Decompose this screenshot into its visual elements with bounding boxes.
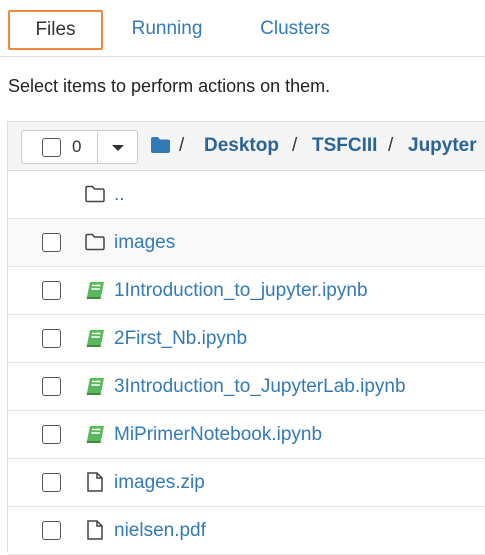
- list-item-name[interactable]: MiPrimerNotebook.ipynb: [114, 411, 322, 458]
- folder-outline-icon: [85, 185, 105, 203]
- list-item[interactable]: 3Introduction_to_JupyterLab.ipynb: [8, 363, 485, 411]
- row-checkbox[interactable]: [42, 329, 61, 348]
- list-item-name[interactable]: 3Introduction_to_JupyterLab.ipynb: [114, 363, 406, 410]
- file-icon: [87, 520, 103, 540]
- list-item-name[interactable]: 1Introduction_to_jupyter.ipynb: [114, 267, 368, 314]
- file-list: 0 / Desktop / TSFCIII / Jupyter .. image…: [7, 121, 485, 555]
- breadcrumb-separator: /: [292, 135, 298, 156]
- folder-icon[interactable]: [151, 137, 170, 153]
- tab-clusters[interactable]: Clusters: [256, 10, 334, 48]
- tab-running[interactable]: Running: [128, 10, 206, 48]
- list-item[interactable]: images: [8, 219, 485, 267]
- list-item-name[interactable]: ..: [114, 171, 125, 218]
- breadcrumb-separator: /: [179, 135, 185, 156]
- list-item[interactable]: nielsen.pdf: [8, 507, 485, 555]
- notebook-icon: [86, 282, 104, 299]
- breadcrumb-tsfciii[interactable]: TSFCIII: [312, 122, 377, 170]
- list-item[interactable]: 1Introduction_to_jupyter.ipynb: [8, 267, 485, 315]
- row-checkbox[interactable]: [42, 233, 61, 252]
- select-all-checkbox[interactable]: [42, 138, 61, 157]
- file-icon: [87, 472, 103, 492]
- row-checkbox[interactable]: [42, 281, 61, 300]
- tab-files[interactable]: Files: [8, 10, 103, 50]
- row-checkbox[interactable]: [42, 521, 61, 540]
- divider: [97, 131, 98, 163]
- list-item-parent[interactable]: ..: [8, 171, 485, 219]
- breadcrumb-separator: /: [388, 135, 394, 156]
- folder-outline-icon: [85, 233, 105, 251]
- instructions-text: Select items to perform actions on them.: [8, 76, 331, 96]
- row-checkbox[interactable]: [42, 425, 61, 444]
- tab-bar: Files Running Clusters: [0, 0, 485, 57]
- breadcrumb-desktop[interactable]: Desktop: [204, 122, 279, 170]
- list-item-name[interactable]: nielsen.pdf: [114, 507, 206, 554]
- list-item[interactable]: 2First_Nb.ipynb: [8, 315, 485, 363]
- list-item[interactable]: images.zip: [8, 459, 485, 507]
- breadcrumb-jupyter[interactable]: Jupyter: [408, 122, 477, 170]
- list-item-name[interactable]: images: [114, 219, 175, 266]
- list-item[interactable]: MiPrimerNotebook.ipynb: [8, 411, 485, 459]
- list-item-name[interactable]: 2First_Nb.ipynb: [114, 315, 247, 362]
- select-all-control: 0: [21, 130, 138, 164]
- notebook-icon: [86, 330, 104, 347]
- list-header: 0 / Desktop / TSFCIII / Jupyter: [8, 122, 485, 171]
- select-dropdown-caret-icon[interactable]: [112, 145, 124, 151]
- row-checkbox[interactable]: [42, 473, 61, 492]
- notebook-icon: [86, 426, 104, 443]
- selected-count: 0: [72, 137, 82, 156]
- notebook-icon: [86, 378, 104, 395]
- list-item-name[interactable]: images.zip: [114, 459, 205, 506]
- row-checkbox[interactable]: [42, 377, 61, 396]
